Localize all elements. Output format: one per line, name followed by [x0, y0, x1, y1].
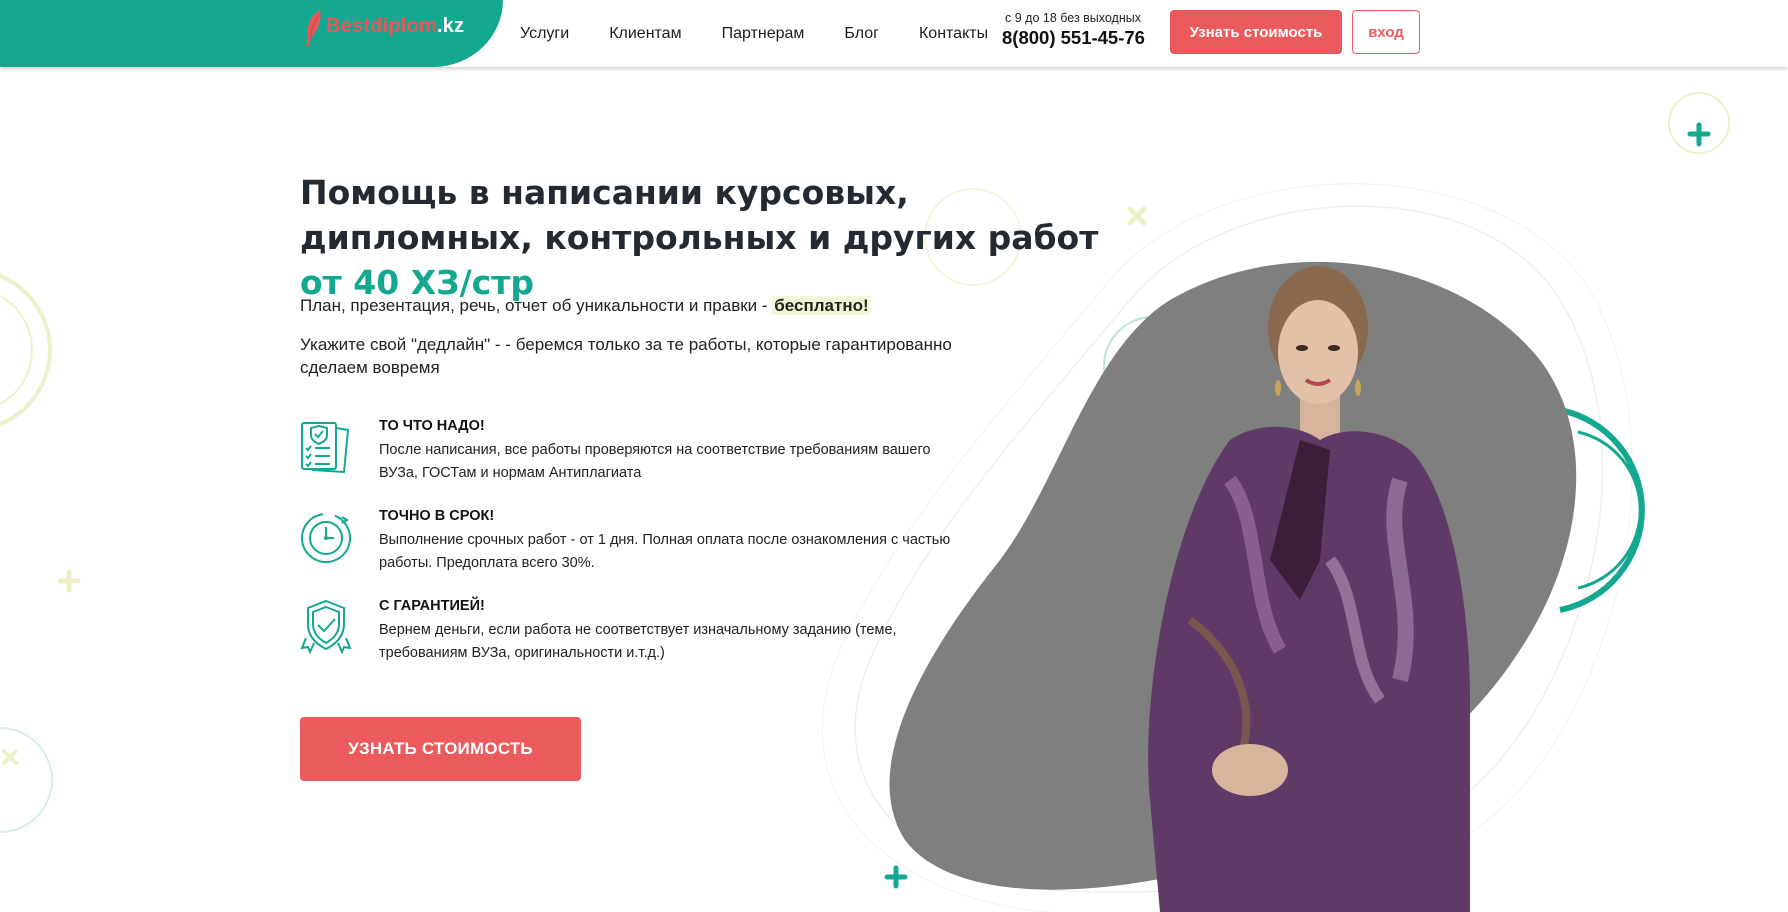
feature-text: Выполнение срочных работ - от 1 дня. Пол… — [379, 532, 951, 571]
working-hours: с 9 до 18 без выходных — [1005, 11, 1141, 25]
decor-x-icon — [2, 749, 18, 765]
clock-icon — [301, 513, 351, 563]
nav-item-services[interactable]: Услуги — [520, 25, 569, 43]
decor-x-icon — [1127, 206, 1147, 226]
phone-block: с 9 до 18 без выходных 8(800) 551-45-76 — [1002, 11, 1145, 49]
hero-subtitle-text: План, презентация, речь, отчет об уникал… — [300, 296, 773, 315]
decor-ring — [0, 273, 52, 427]
main-nav: Услуги Клиентам Партнерам Блог Контакты — [520, 0, 1028, 67]
decor-plus-icon — [57, 569, 81, 593]
get-price-cta-button[interactable]: УЗНАТЬ СТОИМОСТЬ — [300, 717, 581, 781]
nav-item-clients[interactable]: Клиентам — [609, 25, 681, 43]
nav-item-contacts[interactable]: Контакты — [919, 25, 988, 43]
feature-text: После написания, все работы проверяются … — [379, 442, 931, 481]
feature-text: Вернем деньги, если работа не соответств… — [379, 622, 897, 661]
hero-deadline-text: Укажите свой "дедлайн" - - беремся тольк… — [300, 335, 952, 377]
decor-ring — [0, 727, 53, 833]
decor-ring — [0, 294, 33, 406]
logo-area[interactable]: Bestdiplom.kz — [0, 0, 503, 67]
site-header: Bestdiplom.kz Услуги Клиентам Партнерам … — [0, 0, 1788, 67]
feather-logo-icon — [306, 10, 321, 46]
feature-title: С ГАРАНТИЕЙ! — [379, 598, 485, 614]
nav-item-blog[interactable]: Блог — [844, 25, 879, 43]
logo-text: Bestdiplom.kz — [326, 15, 464, 38]
logo-domain: .kz — [436, 15, 465, 37]
nav-item-partners[interactable]: Партнерам — [722, 25, 805, 43]
logo-name: Bestdiplom — [326, 15, 437, 37]
hero-title-main: Помощь в написании курсовых, дипломных, … — [300, 173, 1099, 257]
document-shield-icon — [301, 422, 350, 474]
phone-number[interactable]: 8(800) 551-45-76 — [1002, 27, 1145, 49]
login-button[interactable]: вход — [1352, 10, 1420, 54]
hero-subtitle: План, презентация, речь, отчет об уникал… — [300, 296, 871, 316]
decor-plus-icon — [1687, 122, 1711, 147]
feature-title: ТОЧНО В СРОК! — [379, 508, 495, 524]
hero-title: Помощь в написании курсовых, дипломных, … — [300, 170, 1100, 305]
hero-subtitle-free: бесплатно! — [772, 296, 871, 315]
get-price-button[interactable]: Узнать стоимость — [1170, 10, 1342, 54]
guarantee-shield-icon — [300, 599, 352, 654]
feature-title: ТО ЧТО НАДО! — [379, 418, 485, 434]
